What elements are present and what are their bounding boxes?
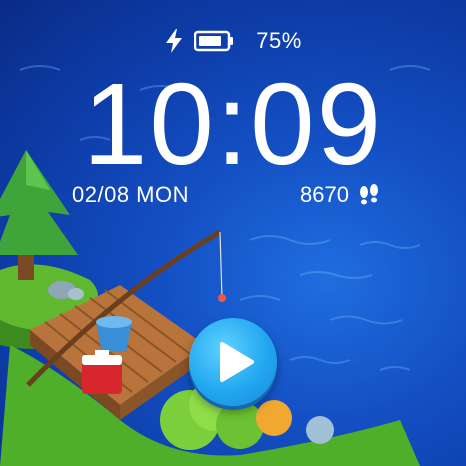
footsteps-icon [359,184,378,205]
play-icon [220,342,254,382]
battery-icon [194,30,234,52]
status-bar: 75% [0,28,466,54]
watch-face: 75% 10:09 02/08 MON 8670 [0,0,466,466]
clock-time: 10:09 [82,59,384,189]
battery-percentage: 75% [256,28,302,53]
step-count: 8670 [300,182,349,207]
date-label: 02/08 MON [72,182,189,207]
cooler-box [82,350,122,394]
bucket [96,316,132,352]
step-counter: 8670 [300,182,381,208]
play-button[interactable] [189,318,277,406]
lightning-bolt-icon [166,29,183,53]
